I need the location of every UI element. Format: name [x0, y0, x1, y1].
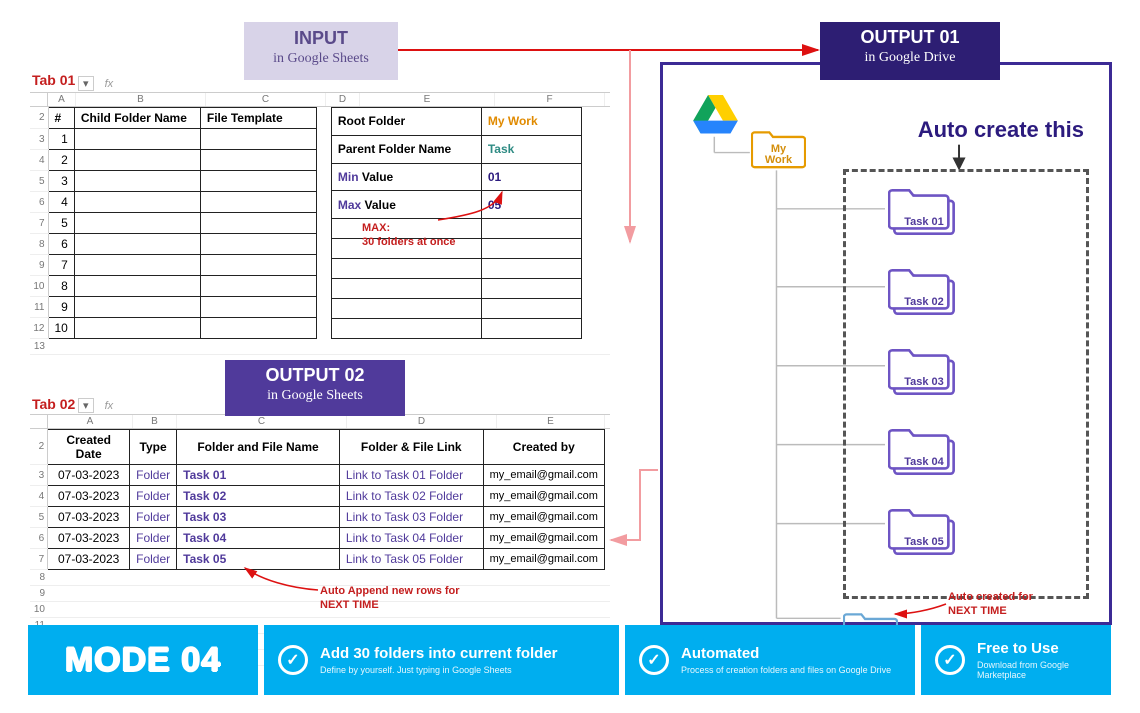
fx-label: fx	[105, 78, 114, 90]
tab-01-label: Tab 01	[32, 72, 75, 88]
table-row[interactable]: Parent Folder NameTask	[331, 135, 581, 163]
input-table: A B C D E F 2 # Child Folder Name File T…	[30, 92, 610, 355]
banner-item-3-sub: Download from Google Marketplace	[977, 660, 1097, 680]
task-folder: Task 03	[888, 345, 960, 388]
callout-append: Auto Append new rows for NEXT TIME	[320, 584, 460, 613]
bottom-banner: MODE 04 Add 30 folders into current fold…	[28, 625, 1114, 695]
t2-col-E: E	[497, 415, 605, 428]
output01-line2: in Google Drive	[820, 50, 1000, 66]
t2h-date: Created Date	[48, 430, 130, 465]
col-letters-row-2: A B C D E	[30, 414, 610, 429]
callout-next: Auto created for NEXT TIME	[948, 590, 1033, 619]
task-folder: Task 01	[888, 185, 960, 228]
t2-col-D: D	[347, 415, 497, 428]
hdr-template: File Template	[200, 108, 316, 129]
callout-append-l2: NEXT TIME	[320, 598, 460, 612]
tab-02-label: Tab 02	[32, 396, 75, 412]
hdr-num: #	[48, 108, 74, 129]
table-row[interactable]: 53	[30, 171, 316, 192]
output01-line1: OUTPUT 01	[820, 27, 1000, 48]
my-work-folder: My Work	[751, 125, 806, 166]
google-drive-icon	[693, 95, 738, 135]
table-row[interactable]: 7 07-03-2023 Folder Task 05 Link to Task…	[30, 549, 605, 570]
task-folder: Task 02	[888, 265, 960, 308]
table-row[interactable]: Root FolderMy Work	[331, 108, 581, 136]
callout-max-l1: MAX:	[362, 221, 456, 235]
col-A: A	[48, 93, 76, 106]
banner-item-2: Automated Process of creation folders an…	[625, 625, 915, 695]
check-icon	[278, 645, 308, 675]
task-folder: Task 05	[888, 505, 960, 548]
output02-line1: OUTPUT 02	[225, 365, 405, 386]
output02-line2: in Google Sheets	[225, 388, 405, 404]
banner-item-3-title: Free to Use	[977, 640, 1097, 657]
input-label: INPUT in Google Sheets	[244, 22, 398, 80]
table-row[interactable]	[331, 279, 581, 299]
cell-ref-dropdown-2[interactable]: ▾	[78, 398, 94, 413]
table-row[interactable]	[331, 319, 581, 339]
t2h-name: Folder and File Name	[177, 430, 340, 465]
output01-label: OUTPUT 01 in Google Drive	[820, 22, 1000, 80]
input-label-line1: INPUT	[244, 28, 398, 49]
fx-label-2: fx	[105, 400, 114, 412]
banner-item-1-title: Add 30 folders into current folder	[320, 645, 558, 662]
callout-next-l2: NEXT TIME	[948, 604, 1033, 618]
formula-bar-1: ▾ fx	[78, 76, 113, 91]
t2-col-C: C	[177, 415, 347, 428]
table-row[interactable]: 4 07-03-2023 Folder Task 02 Link to Task…	[30, 486, 605, 507]
table-row[interactable]: 86	[30, 234, 316, 255]
table-row[interactable]: Min Value01	[331, 163, 581, 191]
cell-ref-dropdown[interactable]: ▾	[78, 76, 94, 91]
t2h-by: Created by	[483, 430, 604, 465]
table-row[interactable]: 5 07-03-2023 Folder Task 03 Link to Task…	[30, 507, 605, 528]
table-row[interactable]: 1210	[30, 318, 316, 339]
col-C: C	[206, 93, 326, 106]
output-table-grid[interactable]: 2 Created Date Type Folder and File Name…	[30, 429, 605, 570]
callout-next-l1: Auto created for	[948, 590, 1033, 604]
table-row[interactable]: Max Value05	[331, 191, 581, 219]
panel-title: Auto create this	[918, 117, 1084, 143]
output02-label: OUTPUT 02 in Google Sheets	[225, 360, 405, 416]
banner-item-3: Free to Use Download from Google Marketp…	[921, 625, 1111, 695]
banner-mode-text: MODE 04	[65, 641, 221, 680]
table-row[interactable]: 75	[30, 213, 316, 234]
table-row[interactable]	[331, 299, 581, 319]
callout-max: MAX: 30 folders at once	[362, 221, 456, 250]
t2h-type: Type	[130, 430, 177, 465]
banner-item-2-title: Automated	[681, 645, 891, 662]
col-letters-row: A B C D E F	[30, 92, 610, 107]
check-icon	[639, 645, 669, 675]
formula-bar-2: ▾ fx	[78, 398, 113, 413]
col-F: F	[495, 93, 605, 106]
callout-append-l1: Auto Append new rows for	[320, 584, 460, 598]
hdr-child: Child Folder Name	[74, 108, 200, 129]
table-row[interactable]: 108	[30, 276, 316, 297]
col-E: E	[360, 93, 495, 106]
banner-item-2-sub: Process of creation folders and files on…	[681, 665, 891, 675]
table-row[interactable]: 31	[30, 129, 316, 150]
table-row[interactable]: 97	[30, 255, 316, 276]
table-row[interactable]: 119	[30, 297, 316, 318]
input-table-left[interactable]: 2 # Child Folder Name File Template 3142…	[30, 107, 317, 339]
t2h-link: Folder & File Link	[339, 430, 483, 465]
banner-mode: MODE 04	[28, 625, 258, 695]
table-row[interactable]: 6 07-03-2023 Folder Task 04 Link to Task…	[30, 528, 605, 549]
check-icon	[935, 645, 965, 675]
callout-max-l2: 30 folders at once	[362, 235, 456, 249]
output-drive-panel: Auto create this My Work Task	[660, 62, 1112, 625]
banner-item-1-sub: Define by yourself. Just typing in Googl…	[320, 665, 558, 675]
col-B: B	[76, 93, 206, 106]
table-row[interactable]: 42	[30, 150, 316, 171]
banner-item-1: Add 30 folders into current folder Defin…	[264, 625, 619, 695]
col-D: D	[326, 93, 360, 106]
table-row[interactable]	[331, 259, 581, 279]
t2-col-A: A	[48, 415, 133, 428]
task-dashed-box	[843, 169, 1089, 599]
table-row[interactable]: 64	[30, 192, 316, 213]
table-row[interactable]: 3 07-03-2023 Folder Task 01 Link to Task…	[30, 465, 605, 486]
input-label-line2: in Google Sheets	[244, 51, 398, 67]
t2-col-B: B	[133, 415, 177, 428]
task-folder: Task 04	[888, 425, 960, 468]
